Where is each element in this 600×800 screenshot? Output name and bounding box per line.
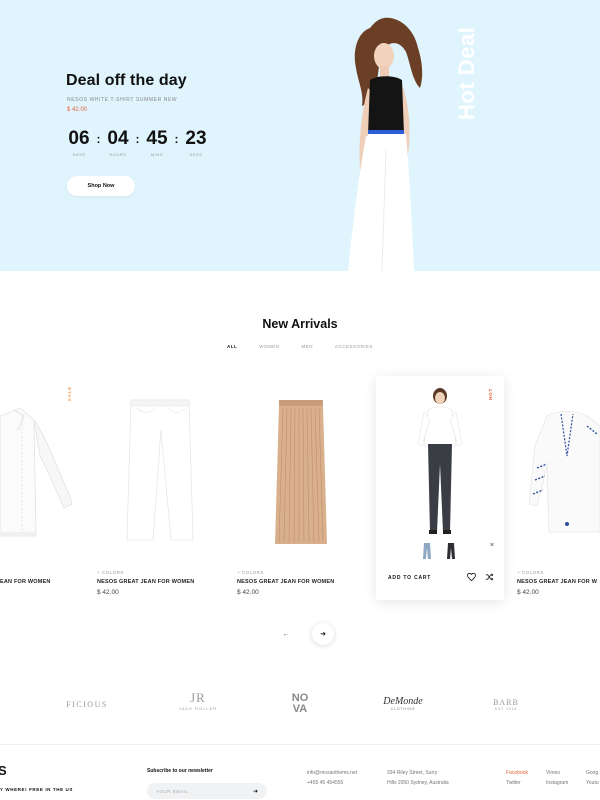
contact-phone[interactable]: +455 45 454555 [307,778,357,788]
brand-name: JR [190,690,206,705]
product-thumbnails [422,543,456,559]
brand-subtitle: JACK ROLLER [178,706,218,711]
social-link-facebook[interactable]: Facebook [506,768,528,778]
brand-name: FICIOUS [66,700,108,709]
product-colors-link[interactable]: + COLORS [517,570,544,575]
product-name[interactable]: EAN FOR WOMEN [0,579,51,585]
countdown-secs: 23 SECS [183,128,209,157]
product-image-pleated-skirt [275,400,327,544]
countdown-timer: 06 DAYS : 04 HOURS : 45 MINS : 23 SECS [66,128,209,157]
footer-social-col: Facebook Twitter [506,768,528,788]
brand-subtitle: CLOTHING [390,707,416,711]
shuffle-icon[interactable] [485,573,494,581]
hot-deal-vertical-text: Hot Deal [454,26,479,120]
brand-logo[interactable]: BARB EST 2016 [480,690,532,711]
thumbnail-dark-jeans[interactable] [446,543,456,559]
brand-logo[interactable]: NO VA [284,690,316,715]
countdown-value: 04 [107,128,129,149]
brand-name: BARB [493,698,519,707]
product-image-model [417,388,463,534]
product-image-shirt [0,407,73,537]
close-icon[interactable]: × [490,542,494,549]
footer-contact: info@mosanthems.net +455 45 454555 [307,768,357,788]
carousel-navigation: ← ➜ [276,623,334,645]
new-arrivals-title: New Arrivals [262,317,338,331]
social-link-instagram[interactable]: Instagram [546,778,568,788]
product-name[interactable]: NESOS GREAT JEAN FOR W [517,579,597,585]
arrow-right-icon[interactable]: ➜ [312,623,334,645]
filter-women[interactable]: WOMEN [248,344,290,349]
category-filters: ALL WOMEN MEN ACCESSORIES [0,344,600,349]
brand-subtitle: EST 2016 [495,707,517,711]
countdown-label: MINS [151,152,163,157]
product-card-hovered[interactable]: HOT × ADD TO CART [376,376,504,600]
social-link-google[interactable]: Goog [586,768,599,778]
countdown-days: 06 DAYS [66,128,92,157]
product-name[interactable]: NESOS GREAT JEAN FOR WOMEN [97,579,194,585]
brand-name: DeMonde [383,696,423,707]
product-image-blouse [528,411,600,533]
countdown-value: 06 [68,128,90,149]
social-link-twitter[interactable]: Twitter [506,778,528,788]
shop-now-button[interactable]: Shop Now [67,176,135,196]
product-card[interactable]: + COLORS NESOS GREAT JEAN FOR WOMEN $ 42… [237,376,347,600]
social-link-vimeo[interactable]: Vimeo [546,768,568,778]
product-card[interactable]: + COLORS NESOS GREAT JEAN FOR W $ 42.00 [517,376,600,600]
arrow-left-icon[interactable]: ← [276,624,296,644]
brand-name: NO VA [291,692,309,715]
heart-icon[interactable] [467,573,476,581]
hero-model-image [348,17,423,271]
footer-divider [0,744,600,745]
countdown-label: DAYS [72,152,86,157]
countdown-separator: : [135,132,140,146]
hero-banner: Deal off the day NESOS WHITE T-SHIRT SUM… [0,0,600,271]
product-name[interactable]: NESOS GREAT JEAN FOR WOMEN [237,579,334,585]
countdown-mins: 45 MINS [144,128,170,157]
countdown-value: 45 [146,128,168,149]
address-line: 334 Riley Street, Surry [387,770,438,776]
countdown-label: HOURS [109,152,127,157]
product-price: $ 42.00 [97,589,119,596]
hero-title: Deal off the day [66,72,187,89]
newsletter-title: Subscribe to our newsletter [147,768,213,774]
hero-price: $ 42.00 [67,107,88,113]
address-line: Hills 2050 Sydney, Australia [387,780,449,786]
product-price: $ 42.00 [517,589,539,596]
add-to-cart-button[interactable]: ADD TO CART [388,575,431,581]
social-link-youtube[interactable]: Youtu [586,778,599,788]
arrow-right-icon[interactable]: ➜ [253,788,258,795]
product-colors-link[interactable]: + COLORS [237,570,264,575]
product-card[interactable]: + COLORS NESOS GREAT JEAN FOR WOMEN $ 42… [97,376,207,600]
countdown-separator: : [96,132,101,146]
footer-tagline: Y WHERE! FREE IN THE US [0,787,73,792]
product-price: $ 42.00 [237,589,259,596]
filter-men[interactable]: MEN [290,344,324,349]
brand-logo[interactable]: JR JACK ROLLER [174,690,222,711]
card-actions [467,573,494,581]
hot-badge: HOT [488,388,493,400]
thumbnail-light-jeans[interactable] [422,543,432,559]
footer-address: 334 Riley Street, Surry Hills 2050 Sydne… [387,768,449,788]
product-colors-link[interactable]: + COLORS [97,570,124,575]
footer-logo[interactable]: S [0,763,7,778]
countdown-value: 23 [185,128,207,149]
footer-social-col: Vimeo Instagram [546,768,568,788]
hero-subtitle: NESOS WHITE T-SHIRT SUMMER NEW [67,97,178,103]
contact-email[interactable]: info@mosanthems.net [307,768,357,778]
countdown-label: SECS [189,152,203,157]
brand-logo[interactable]: DeMonde CLOTHING [380,690,426,711]
countdown-separator: : [174,132,179,146]
brand-logo[interactable]: FICIOUS [64,690,110,709]
filter-all[interactable]: ALL [216,344,248,349]
newsletter-form: ➜ [147,783,267,799]
product-card[interactable]: SALE EAN FOR WOMEN [0,376,80,600]
countdown-hours: 04 HOURS [105,128,131,157]
filter-accessories[interactable]: ACCESSORIES [324,344,384,349]
sale-badge: SALE [67,386,72,402]
product-image-white-jeans [126,399,194,541]
footer-social-col: Goog Youtu [586,768,599,788]
email-input[interactable] [156,788,236,794]
